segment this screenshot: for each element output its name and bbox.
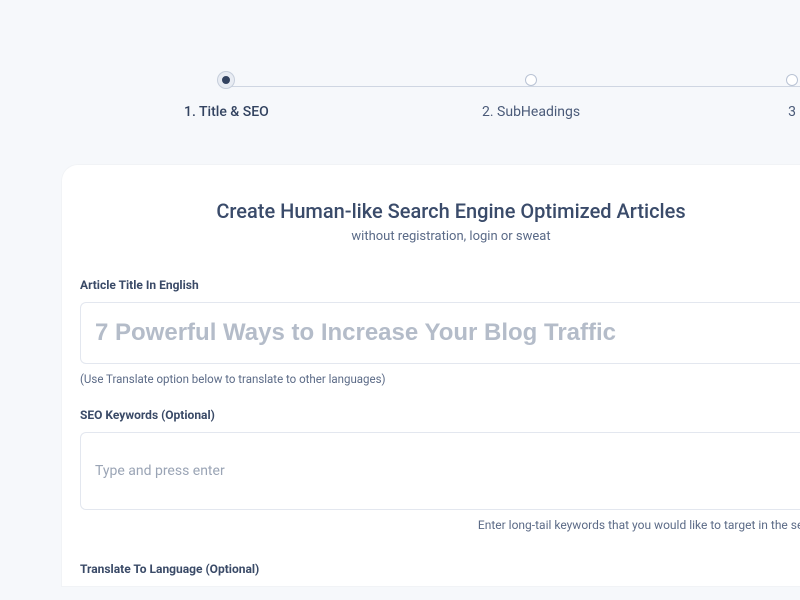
- step-dot-icon: [525, 74, 537, 86]
- seo-keywords-hint: Enter long-tail keywords that you would …: [80, 518, 800, 532]
- page-title: Create Human-like Search Engine Optimize…: [62, 199, 800, 223]
- seo-keywords-input[interactable]: Type and press enter: [80, 432, 800, 510]
- article-title-hint: (Use Translate option below to translate…: [80, 372, 800, 386]
- seo-keywords-placeholder: Type and press enter: [95, 463, 225, 479]
- step-dot-icon: [218, 72, 234, 88]
- article-title-input[interactable]: [80, 302, 800, 364]
- translate-language-label: Translate To Language (Optional): [80, 562, 800, 576]
- step-2[interactable]: 2. SubHeadings: [482, 74, 580, 120]
- step-3[interactable]: 3: [786, 74, 798, 120]
- form-card: Create Human-like Search Engine Optimize…: [62, 165, 800, 586]
- step-3-label: 3: [786, 104, 798, 120]
- seo-keywords-label: SEO Keywords (Optional): [80, 408, 800, 422]
- step-1[interactable]: 1. Title & SEO: [184, 74, 269, 120]
- page-subtitle: without registration, login or sweat: [62, 229, 800, 244]
- step-2-label: 2. SubHeadings: [482, 104, 580, 120]
- article-title-label: Article Title In English: [80, 278, 800, 292]
- step-1-label: 1. Title & SEO: [184, 104, 269, 120]
- stepper: 1. Title & SEO 2. SubHeadings 3: [0, 0, 800, 130]
- step-dot-icon: [786, 74, 798, 86]
